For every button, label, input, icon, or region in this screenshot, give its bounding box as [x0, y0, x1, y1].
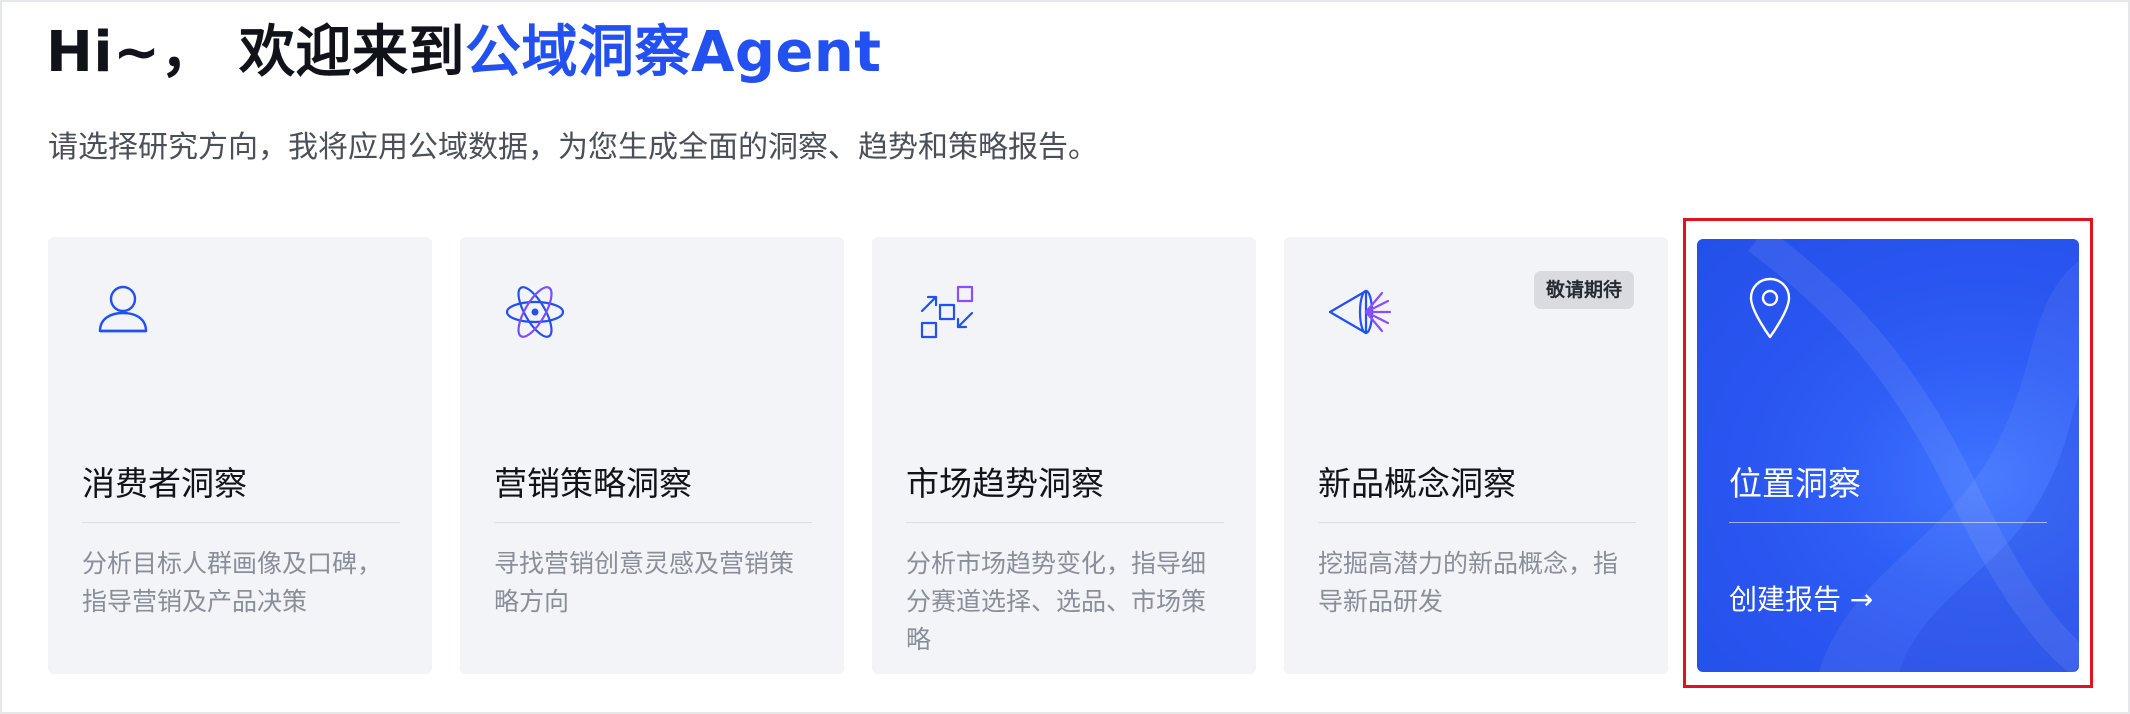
card-market-trend-insight[interactable]: 市场趋势洞察 分析市场趋势变化，指导细分赛道选择、选品、市场策略 — [872, 237, 1256, 674]
card-description: 分析目标人群画像及口碑，指导营销及产品决策 — [82, 549, 383, 616]
coming-soon-badge: 敬请期待 — [1533, 271, 1634, 309]
brand-name: 公域洞察Agent — [464, 20, 882, 85]
card-marketing-strategy-insight[interactable]: 营销策略洞察 寻找营销创意灵感及营销策略方向 — [460, 237, 844, 674]
location-pin-icon — [1737, 275, 1803, 341]
welcome-text: 欢迎来到 — [238, 20, 465, 85]
page-subtitle: 请选择研究方向，我将应用公域数据，为您生成全面的洞察、趋势和策略报告。 — [48, 130, 1098, 165]
card-description: 挖掘高潜力的新品概念，指导新品研发 — [1318, 549, 1619, 616]
card-divider — [494, 522, 812, 523]
card-divider — [906, 522, 1224, 523]
card-description: 寻找营销创意灵感及营销策略方向 — [494, 549, 795, 616]
atom-icon — [502, 279, 568, 345]
card-description: 分析市场趋势变化，指导细分赛道选择、选品、市场策略 — [906, 549, 1207, 654]
card-title: 位置洞察 — [1729, 464, 1861, 503]
card-title: 消费者洞察 — [82, 464, 247, 503]
greeting-text: Hi~， — [46, 20, 217, 85]
create-report-button[interactable]: 创建报告 → — [1729, 580, 1873, 620]
card-new-product-concept-insight[interactable]: 敬请期待 新品概念洞察 挖掘高潜力的新品概念，指导新品研发 — [1284, 237, 1668, 674]
card-title: 新品概念洞察 — [1318, 464, 1516, 503]
trend-arrows-icon — [914, 279, 980, 345]
card-divider — [82, 522, 400, 523]
card-title: 市场趋势洞察 — [906, 464, 1104, 503]
card-consumer-insight[interactable]: 消费者洞察 分析目标人群画像及口碑，指导营销及产品决策 — [48, 237, 432, 674]
card-divider — [1318, 522, 1636, 523]
page-title: Hi~， 欢迎来到公域洞察Agent — [46, 14, 882, 92]
card-divider — [1729, 522, 2047, 523]
user-icon — [90, 279, 156, 345]
card-title: 营销策略洞察 — [494, 464, 692, 503]
cone-beam-icon — [1326, 279, 1392, 345]
card-location-insight[interactable]: 位置洞察 创建报告 → — [1697, 239, 2079, 672]
